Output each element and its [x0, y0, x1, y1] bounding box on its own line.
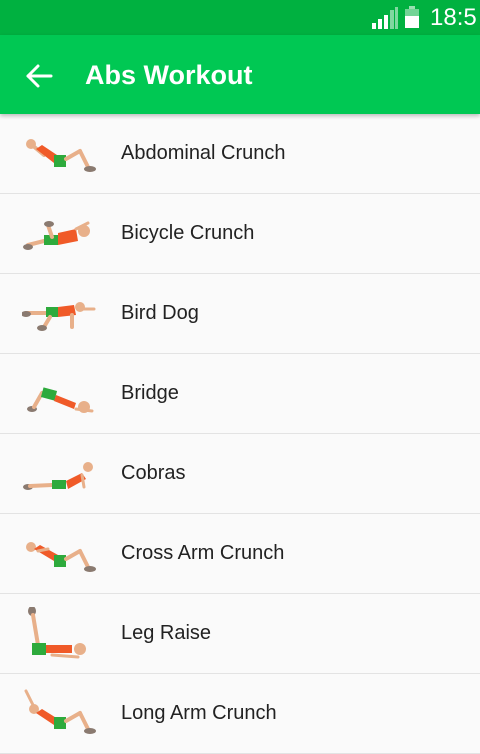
abdominal-crunch-figure-icon — [26, 139, 96, 172]
page-title: Abs Workout — [85, 60, 253, 90]
leg-raise-figure-icon — [28, 607, 86, 659]
long-arm-crunch-figure-icon — [24, 689, 96, 734]
exercise-label: Long Arm Crunch — [121, 702, 277, 724]
exercise-row-cross-arm-crunch[interactable]: Cross Arm Crunch — [0, 514, 480, 594]
clock: 18:5 — [430, 4, 477, 31]
exercise-row-bird-dog[interactable]: Bird Dog — [0, 274, 480, 354]
app-bar: Abs Workout — [0, 35, 480, 114]
bridge-figure-icon — [27, 387, 94, 413]
exercise-label: Abdominal Crunch — [121, 142, 286, 164]
exercise-label: Cobras — [121, 462, 186, 484]
exercise-row-long-arm-crunch[interactable]: Long Arm Crunch — [0, 674, 480, 754]
exercise-row-bridge[interactable]: Bridge — [0, 354, 480, 434]
cobras-figure-icon — [23, 462, 93, 490]
exercise-row-cobras[interactable]: Cobras — [0, 434, 480, 514]
exercise-label: Bird Dog — [121, 302, 199, 324]
exercise-row-abdominal-crunch[interactable]: Abdominal Crunch — [0, 114, 480, 194]
exercise-label: Leg Raise — [121, 622, 212, 644]
exercise-label: Bridge — [121, 382, 179, 404]
exercise-row-leg-raise[interactable]: Leg Raise — [0, 594, 480, 674]
exercise-row-bicycle-crunch[interactable]: Bicycle Crunch — [0, 194, 480, 274]
exercise-label: Cross Arm Crunch — [121, 542, 285, 564]
status-bar: 18:5 — [0, 0, 480, 35]
bicycle-crunch-figure-icon — [23, 221, 90, 250]
cross-arm-crunch-figure-icon — [26, 542, 96, 572]
arrow-back-icon[interactable] — [24, 61, 54, 91]
cell-signal-icon — [372, 7, 398, 29]
bird-dog-figure-icon — [22, 302, 96, 331]
exercise-list: Abdominal Crunch Bicycle Crunch Bird Dog… — [0, 114, 480, 754]
battery-icon — [405, 6, 419, 28]
exercise-label: Bicycle Crunch — [121, 222, 255, 244]
